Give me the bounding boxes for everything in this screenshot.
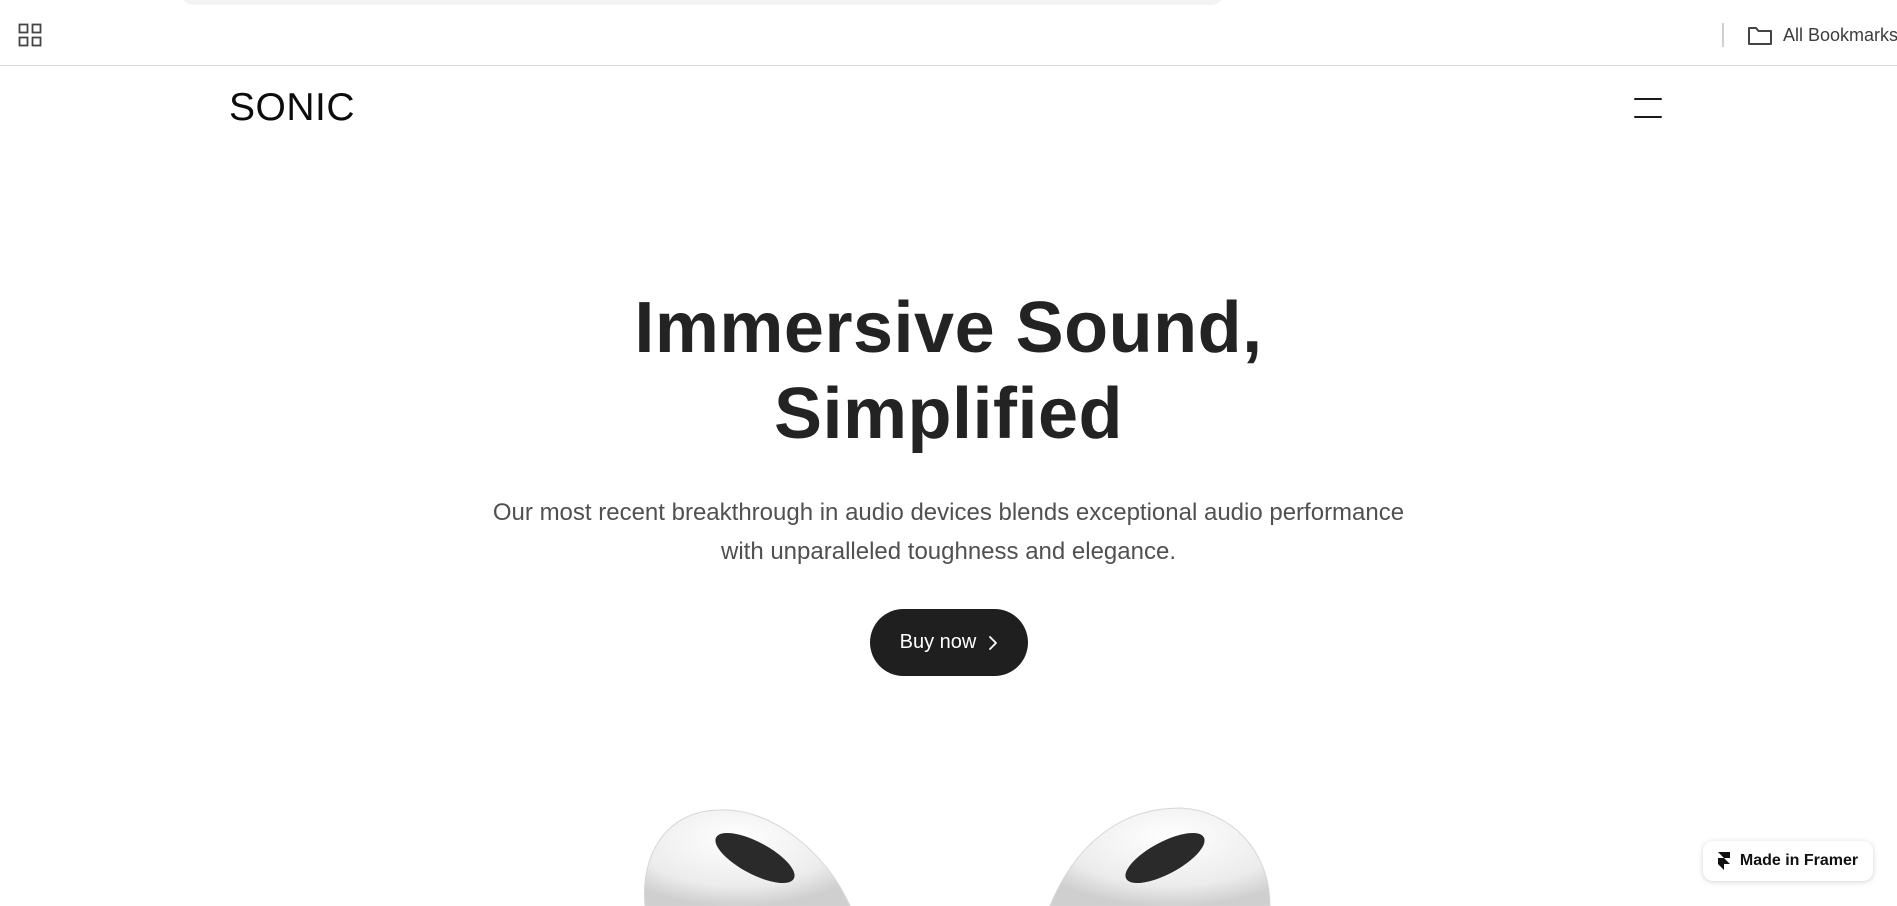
hamburger-menu-icon[interactable] [1634,96,1664,120]
made-in-framer-label: Made in Framer [1739,852,1859,869]
all-bookmarks-label: All Bookmarks [1783,24,1897,45]
left-earbud [643,809,851,906]
apps-grid-icon[interactable] [18,23,42,47]
address-bar-edge[interactable] [180,0,1225,5]
hero-subtitle-line-1: Our most recent breakthrough in audio de… [492,499,1405,526]
earbuds-product-image [643,807,1271,906]
bookmarks-divider [1722,23,1724,47]
folder-icon [1748,27,1772,45]
buy-now-button[interactable]: Buy now [870,609,1028,676]
hero-title-line-1: Immersive Sound, [634,288,1263,368]
site-logo[interactable]: SONIC [229,86,355,130]
all-bookmarks-button[interactable]: All Bookmarks [1747,21,1897,49]
made-in-framer-badge[interactable]: Made in Framer [1703,841,1873,881]
bookmarks-bar: All Bookmarks [0,0,1897,66]
framer-logo-icon [1717,852,1730,870]
chevron-right-icon [989,635,998,650]
buy-now-label: Buy now [899,631,977,653]
hero-title-line-2: Simplified [773,374,1124,454]
hero-subtitle-line-2: with unparalleled toughness and elegance… [720,538,1176,565]
hero-title: Immersive Sound, Simplified [0,285,1897,457]
right-earbud [1049,807,1271,906]
hero-subtitle: Our most recent breakthrough in audio de… [0,493,1897,571]
